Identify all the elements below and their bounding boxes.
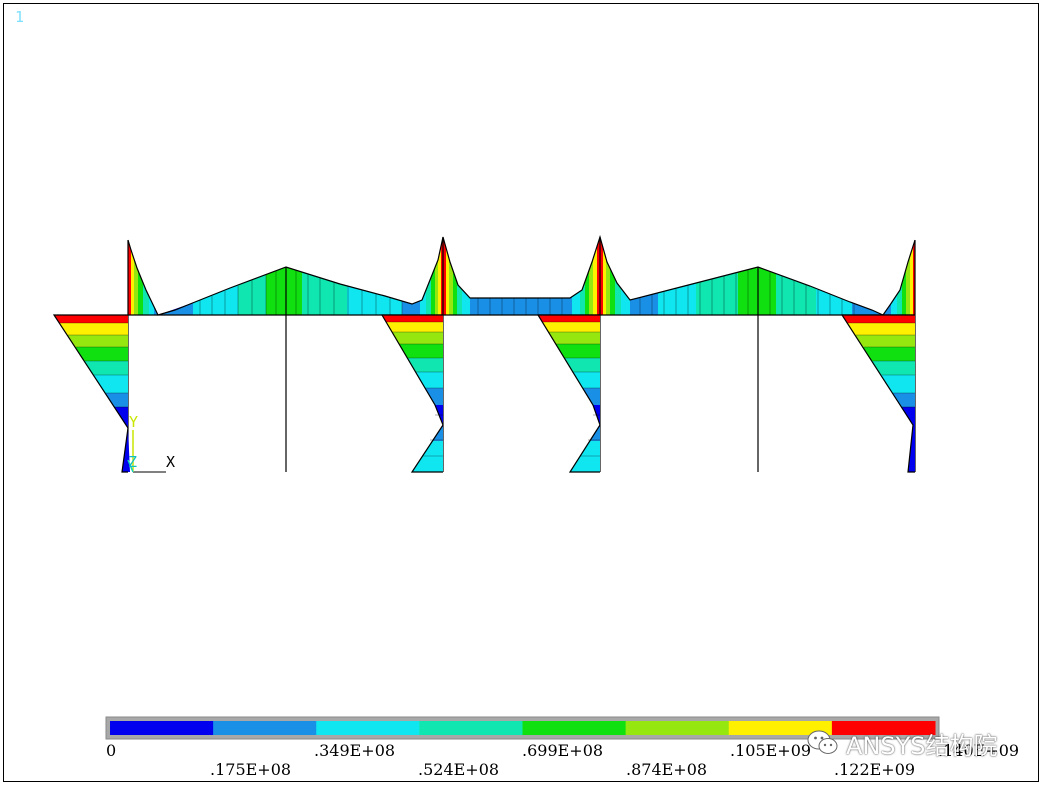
column-1-moment — [52, 314, 130, 473]
legend-swatch-2 — [316, 721, 420, 735]
watermark: ANSYS结构院 — [806, 723, 998, 763]
beam-span-1 — [158, 237, 443, 315]
legend-label-6: .105E+09 — [730, 741, 812, 760]
coordinate-triad: X Y Z — [127, 413, 175, 473]
legend-label-0: 0 — [106, 741, 117, 760]
column-3-moment — [536, 314, 601, 473]
beam-span-2 — [443, 237, 600, 315]
triad-x-label: X — [166, 453, 175, 471]
triad-z-label: Z — [128, 453, 137, 471]
wechat-icon — [807, 730, 838, 754]
watermark-text: ANSYS结构院 — [846, 731, 998, 760]
moment-diagram: X Y Z — [52, 234, 940, 740]
legend-label-3: .524E+08 — [418, 760, 500, 779]
legend-swatch-4 — [522, 721, 627, 735]
legend-swatch-0 — [110, 721, 214, 735]
legend-swatch-5 — [625, 721, 730, 735]
beam-moment-diagram — [127, 234, 916, 316]
legend-swatch-3 — [419, 721, 524, 735]
column-2-moment — [380, 314, 444, 473]
legend-swatch-1 — [213, 721, 317, 735]
triad-y-label: Y — [129, 413, 138, 431]
legend-label-4: .699E+08 — [522, 741, 604, 760]
column-axes — [127, 237, 916, 472]
legend-label-2: .349E+08 — [314, 741, 396, 760]
legend-label-5: .874E+08 — [626, 760, 708, 779]
legend-label-1: .175E+08 — [210, 760, 292, 779]
column-5-moment — [840, 314, 915, 473]
